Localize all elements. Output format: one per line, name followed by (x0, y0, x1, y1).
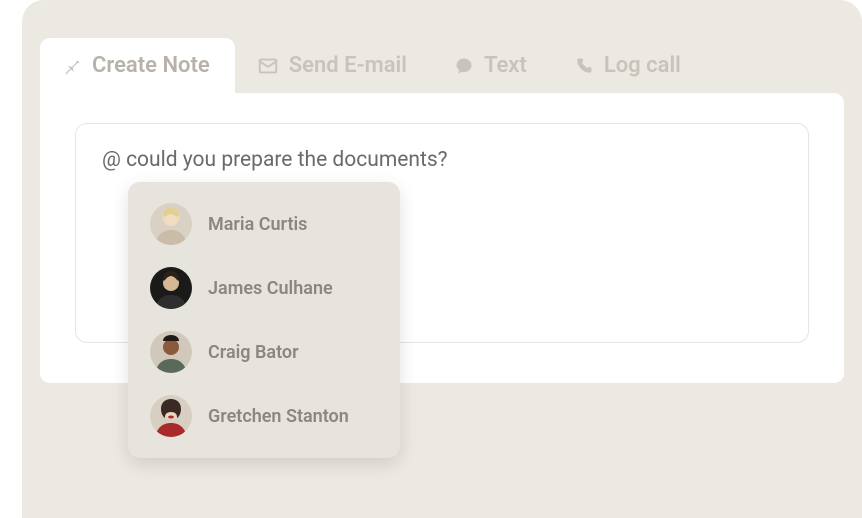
mention-name: Maria Curtis (208, 214, 307, 235)
phone-icon (574, 56, 594, 76)
avatar (150, 203, 192, 245)
avatar (150, 331, 192, 373)
mention-popup: Maria Curtis James Culhane Craig Bator G… (128, 182, 400, 458)
tab-label: Create Note (92, 53, 210, 78)
mention-item[interactable]: Craig Bator (128, 320, 400, 384)
tab-create-note[interactable]: Create Note (40, 38, 235, 93)
mail-icon (257, 55, 279, 77)
tabs-bar: Create Note Send E-mail Text Log call (22, 0, 862, 93)
chat-icon (454, 56, 474, 76)
tab-log-call[interactable]: Log call (552, 38, 706, 93)
pin-icon (62, 56, 82, 76)
mention-item[interactable]: Gretchen Stanton (128, 384, 400, 448)
mention-name: James Culhane (208, 278, 333, 299)
tab-label: Send E-mail (289, 53, 407, 78)
tab-send-email[interactable]: Send E-mail (235, 38, 432, 93)
avatar (150, 395, 192, 437)
tab-label: Text (484, 53, 527, 78)
tab-label: Log call (604, 53, 681, 78)
mention-trigger: @ (102, 148, 121, 172)
mention-name: Craig Bator (208, 342, 299, 363)
note-body: could you prepare the documents? (121, 148, 448, 172)
tab-text[interactable]: Text (432, 38, 552, 93)
note-text: @ could you prepare the documents? (102, 148, 448, 172)
mention-item[interactable]: Maria Curtis (128, 192, 400, 256)
mention-item[interactable]: James Culhane (128, 256, 400, 320)
avatar (150, 267, 192, 309)
app-wrapper: Create Note Send E-mail Text Log call @ … (22, 0, 862, 518)
mention-name: Gretchen Stanton (208, 406, 349, 427)
